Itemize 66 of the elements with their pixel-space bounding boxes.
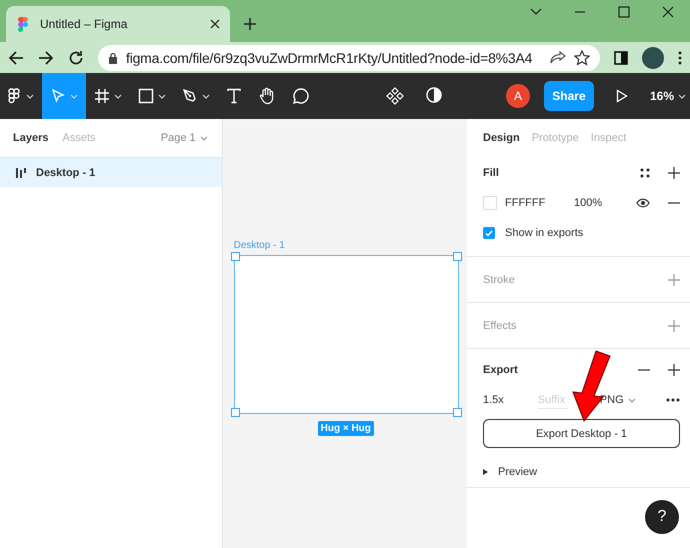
plus-icon bbox=[668, 167, 680, 179]
more-vertical-icon bbox=[678, 50, 682, 64]
zoom-dropdown[interactable]: 16% bbox=[650, 89, 686, 103]
checkbox-label: Show in exports bbox=[505, 227, 584, 239]
cursor-icon bbox=[50, 88, 66, 104]
lock-icon bbox=[108, 52, 118, 64]
address-bar[interactable]: figma.com/file/6r9zq3vuZwDrmrMcR1rKty/Untitled?node-id=8%3A4 bbox=[98, 44, 600, 70]
side-panel-icon bbox=[614, 50, 628, 64]
section-title: Stroke bbox=[483, 274, 515, 286]
close-icon bbox=[662, 6, 674, 18]
back-icon bbox=[8, 50, 24, 66]
browser-tab[interactable]: Untitled – Figma bbox=[6, 6, 230, 42]
plus-icon bbox=[668, 274, 680, 286]
comment-icon bbox=[292, 87, 310, 105]
styles-icon bbox=[640, 168, 650, 178]
url-text: figma.com/file/6r9zq3vuZwDrmrMcR1rKty/Untitled?node-id=8%3A4 bbox=[126, 50, 534, 66]
size-badge: Hug × Hug bbox=[318, 421, 374, 436]
export-button[interactable]: Export Desktop - 1 bbox=[483, 419, 680, 448]
share-icon bbox=[550, 50, 566, 64]
opacity-value[interactable]: 100% bbox=[574, 197, 634, 209]
caret-icon bbox=[26, 92, 34, 100]
maximize-icon bbox=[618, 6, 630, 18]
plus-icon bbox=[668, 320, 680, 332]
forward-icon bbox=[38, 50, 54, 66]
text-tool-icon bbox=[226, 88, 242, 104]
frame-icon bbox=[94, 88, 110, 104]
checkbox[interactable] bbox=[483, 227, 495, 239]
section-title: Effects bbox=[483, 320, 516, 332]
hex-value[interactable]: FFFFFF bbox=[505, 197, 574, 209]
expand-triangle-icon bbox=[483, 469, 488, 475]
scale-value[interactable]: 1.5x bbox=[483, 394, 504, 406]
component-icon bbox=[386, 87, 404, 105]
caret-icon bbox=[202, 92, 210, 100]
hand-icon bbox=[258, 87, 276, 105]
caret-icon bbox=[114, 92, 122, 100]
caret-icon bbox=[70, 92, 78, 100]
pen-icon bbox=[182, 88, 198, 104]
color-swatch[interactable] bbox=[483, 196, 497, 210]
figma-logo-icon bbox=[18, 16, 28, 32]
tab-title: Untitled – Figma bbox=[40, 17, 128, 31]
close-icon bbox=[210, 19, 220, 29]
contrast-icon bbox=[426, 87, 442, 103]
figma-logo-icon bbox=[8, 88, 22, 104]
panel-tab[interactable]: Layers bbox=[13, 132, 48, 144]
more-icon bbox=[666, 398, 680, 402]
section-title: Export bbox=[483, 364, 518, 376]
rectangle-icon bbox=[138, 88, 154, 104]
preview-toggle[interactable]: Preview bbox=[483, 457, 538, 487]
caret-icon bbox=[158, 92, 166, 100]
page-dropdown[interactable]: Page 1 bbox=[160, 132, 208, 144]
caret-icon bbox=[628, 396, 636, 404]
user-avatar[interactable]: A bbox=[506, 84, 530, 108]
play-icon bbox=[616, 89, 628, 103]
eye-icon bbox=[636, 198, 650, 208]
section-title: Fill bbox=[483, 167, 499, 179]
plus-icon bbox=[668, 364, 680, 376]
caret-icon bbox=[678, 92, 686, 100]
profile-avatar[interactable] bbox=[642, 46, 664, 68]
frame-label: Desktop - 1 bbox=[234, 240, 285, 251]
reload-icon bbox=[68, 50, 84, 66]
layer-item[interactable]: Desktop - 1 bbox=[0, 158, 222, 187]
new-tab-icon bbox=[244, 18, 256, 30]
panel-tab[interactable]: Design bbox=[483, 132, 520, 144]
caret-icon bbox=[200, 134, 208, 142]
bookmark-star-icon bbox=[574, 50, 590, 66]
auto-layout-icon bbox=[16, 168, 26, 178]
